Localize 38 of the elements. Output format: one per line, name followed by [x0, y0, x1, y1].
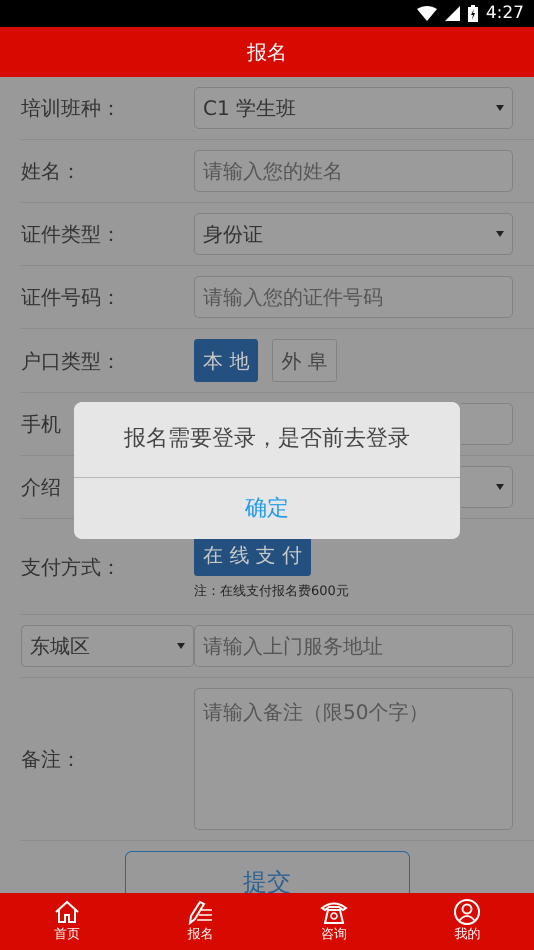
wifi-icon [416, 6, 437, 21]
caret-icon [496, 484, 504, 490]
field-label: 介绍 [21, 475, 61, 499]
field-label: 备注： [21, 746, 81, 770]
field-label: 证件号码： [21, 285, 121, 309]
input-field[interactable]: 请输入您的姓名 [194, 150, 513, 192]
option-button[interactable]: 本 地 [194, 339, 258, 382]
field-label: 姓名： [21, 159, 81, 183]
field-label: 证件类型： [21, 222, 121, 246]
select-field[interactable]: C1 学生班 [194, 87, 513, 129]
caret-icon [496, 105, 504, 111]
note-text: 注：在线支付报名费600元 [194, 583, 349, 601]
pencil-icon [186, 899, 214, 925]
input-field[interactable]: 请输入您的证件号码 [194, 276, 513, 318]
clock-time: 4:27 [486, 2, 524, 25]
field-label: 支付方式： [21, 555, 121, 580]
dialog-message: 报名需要登录，是否前去登录 [123, 425, 411, 453]
input-field[interactable] [461, 403, 513, 445]
battery-icon [468, 5, 478, 22]
signal-icon [444, 6, 460, 21]
page-title: 报名 [247, 39, 287, 66]
address-field[interactable]: 请输入上门服务地址 [194, 624, 513, 666]
home-icon [52, 899, 81, 925]
caret-icon [177, 642, 185, 648]
field-label: 户口类型： [21, 348, 121, 372]
district-select[interactable]: 东城区 [21, 624, 194, 666]
field-label: 培训班种： [21, 96, 121, 120]
nav-tab[interactable]: 我的 [400, 893, 534, 950]
nav-tab[interactable]: 咨询 [267, 893, 400, 950]
nav-tab[interactable]: 首页 [0, 893, 134, 950]
select-field[interactable]: 身份证 [194, 213, 513, 255]
remarks-field[interactable]: 请输入备注（限50个字） [194, 688, 513, 830]
user-icon [453, 899, 482, 925]
select-field[interactable] [461, 466, 513, 508]
nav-tab[interactable]: 报名 [134, 893, 267, 950]
field-label: 手机 [21, 412, 61, 436]
caret-icon [496, 231, 504, 237]
option-button[interactable]: 外 阜 [272, 339, 337, 382]
